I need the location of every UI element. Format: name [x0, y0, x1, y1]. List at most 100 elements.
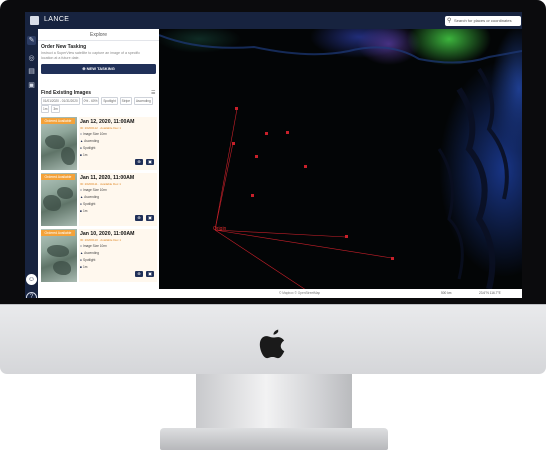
order-description: Instruct a SuperView satellite to captur…	[41, 51, 141, 60]
preview-button[interactable]: ▣	[146, 215, 154, 221]
image-thumbnail[interactable]: Ordered Available	[41, 229, 77, 282]
map-point[interactable]	[232, 142, 235, 145]
coordinate-readout: 23.6°N 116.7°E	[479, 291, 501, 295]
status-badge: Ordered Available	[41, 118, 75, 124]
filter-chip[interactable]: 3m	[51, 105, 60, 113]
meta-size: □Image Size 10m²	[80, 188, 108, 192]
size-icon: □	[80, 244, 82, 248]
new-tasking-button[interactable]: ⊕ NEW TASKING	[41, 64, 156, 74]
mode-icon: ●	[80, 202, 82, 206]
resolution-icon: ■	[80, 265, 82, 269]
card-subtitle: ID: 20200112 · Available Dec 1	[80, 126, 122, 130]
map-point[interactable]	[255, 155, 258, 158]
card-subtitle: ID: 20200110 · Available Dec 1	[80, 238, 122, 242]
map-overlay: Origin	[159, 34, 522, 289]
screen: LANCE ⚲ Search for places or coordinates…	[25, 12, 522, 298]
search-placeholder: Search for places or coordinates	[454, 18, 512, 23]
image-icon[interactable]: ▣	[27, 81, 36, 90]
mode-icon: ●	[80, 258, 82, 262]
user-avatar-icon[interactable]: ☺	[26, 274, 37, 285]
card-date: Jan 10, 2020, 11:00AM	[80, 231, 135, 237]
map-point[interactable]	[345, 235, 348, 238]
order-title: Order New Tasking	[41, 44, 87, 50]
resolution-icon: ■	[80, 209, 82, 213]
map-point[interactable]	[391, 257, 394, 260]
meta-size: □Image Size 10m²	[80, 244, 108, 248]
status-badge: Ordered Available	[41, 174, 75, 180]
filter-chip[interactable]: Ascending	[133, 97, 153, 105]
card-info: Jan 12, 2020, 11:00AM ID: 20200112 · Ava…	[79, 117, 157, 170]
meta-direction: ▲Ascending	[80, 195, 100, 199]
status-badge: Ordered Available	[41, 230, 75, 236]
preview-button[interactable]: ▣	[146, 271, 154, 277]
app-logo[interactable]	[30, 16, 39, 25]
meta-resolution: ■1m	[80, 209, 88, 213]
app-name: LANCE	[44, 16, 70, 23]
card-info: Jan 10, 2020, 11:00AM ID: 20200110 · Ava…	[79, 229, 157, 282]
find-title: Find Existing Images	[41, 90, 92, 96]
meta-size: □Image Size 10m²	[80, 132, 108, 136]
monitor-chin	[0, 304, 546, 374]
map-point[interactable]	[235, 107, 238, 110]
image-card[interactable]: Ordered Available Jan 10, 2020, 11:00AM …	[41, 229, 157, 282]
meta-mode: ●Spotlight	[80, 146, 96, 150]
document-icon[interactable]: ▤	[27, 67, 36, 76]
filter-chip[interactable]: 0% - 60%	[81, 97, 100, 105]
tasking-points	[232, 107, 394, 260]
image-thumbnail[interactable]: Ordered Available	[41, 173, 77, 226]
direction-icon: ▲	[80, 251, 84, 255]
new-tasking-label: NEW TASKING	[86, 66, 115, 71]
cart-button[interactable]: ⊕	[135, 215, 143, 221]
cart-button[interactable]: ⊕	[135, 271, 143, 277]
meta-mode: ●Spotlight	[80, 202, 96, 206]
size-icon: □	[80, 188, 82, 192]
image-card[interactable]: Ordered Available Jan 12, 2020, 11:00AM …	[41, 117, 157, 170]
panel-title: Explore	[90, 32, 107, 38]
meta-mode: ●Spotlight	[80, 258, 96, 262]
search-input[interactable]: ⚲ Search for places or coordinates	[445, 16, 521, 26]
filter-chip[interactable]: Stripe	[119, 97, 132, 105]
filter-chip[interactable]: Spotlight	[101, 97, 118, 105]
scale-readout: 500 km	[441, 291, 452, 295]
size-icon: □	[80, 132, 82, 136]
monitor-stand-neck	[196, 374, 352, 432]
sidebar-nav: ✎ ◎ ▤ ▣ ☺ ?	[25, 29, 38, 298]
apple-logo	[259, 329, 285, 359]
mode-icon: ●	[80, 146, 82, 150]
top-bar: LANCE ⚲ Search for places or coordinates	[25, 12, 522, 29]
resolution-icon: ■	[80, 153, 82, 157]
search-icon: ⚲	[447, 18, 452, 24]
filter-chips: 01/01/2020 - 01/31/2020 0% - 60% Spotlig…	[41, 97, 156, 113]
image-thumbnail[interactable]: Ordered Available	[41, 117, 77, 170]
filter-chip[interactable]: 01/01/2020 - 01/31/2020	[41, 97, 80, 105]
card-info: Jan 11, 2020, 11:00AM ID: 20200111 · Ava…	[79, 173, 157, 226]
map-point[interactable]	[265, 132, 268, 135]
origin-label: Origin	[213, 226, 227, 232]
tasking-routes	[214, 108, 393, 289]
filter-icon[interactable]: ☰	[151, 90, 155, 96]
preview-button[interactable]: ▣	[146, 159, 154, 165]
map-point[interactable]	[286, 131, 289, 134]
meta-resolution: ■1m	[80, 265, 88, 269]
filter-chip[interactable]: 1m	[41, 105, 50, 113]
meta-direction: ▲Ascending	[80, 251, 100, 255]
map-status-bar: © Mapbox © OpenStreetMap 500 km 23.6°N 1…	[159, 289, 522, 298]
direction-icon: ▲	[80, 139, 84, 143]
card-date: Jan 12, 2020, 11:00AM	[80, 119, 135, 125]
map-point[interactable]	[304, 165, 307, 168]
help-icon[interactable]: ?	[26, 292, 37, 298]
meta-direction: ▲Ascending	[80, 139, 100, 143]
map-point[interactable]	[251, 194, 254, 197]
divider	[38, 40, 159, 41]
map-attribution[interactable]: © Mapbox © OpenStreetMap	[279, 291, 320, 295]
pencil-icon[interactable]: ✎	[27, 36, 36, 45]
monitor-stand-foot	[160, 428, 388, 450]
globe-icon[interactable]: ◎	[27, 54, 36, 63]
explore-panel: Explore Order New Tasking Instruct a Sup…	[38, 29, 159, 298]
direction-icon: ▲	[80, 195, 84, 199]
card-date: Jan 11, 2020, 11:00AM	[80, 175, 135, 181]
image-card[interactable]: Ordered Available Jan 11, 2020, 11:00AM …	[41, 173, 157, 226]
satellite-map[interactable]: Origin ➤ ☯ ⬠ 🗑 + − ❖	[159, 29, 522, 289]
card-subtitle: ID: 20200111 · Available Dec 1	[80, 182, 121, 186]
cart-button[interactable]: ⊕	[135, 159, 143, 165]
